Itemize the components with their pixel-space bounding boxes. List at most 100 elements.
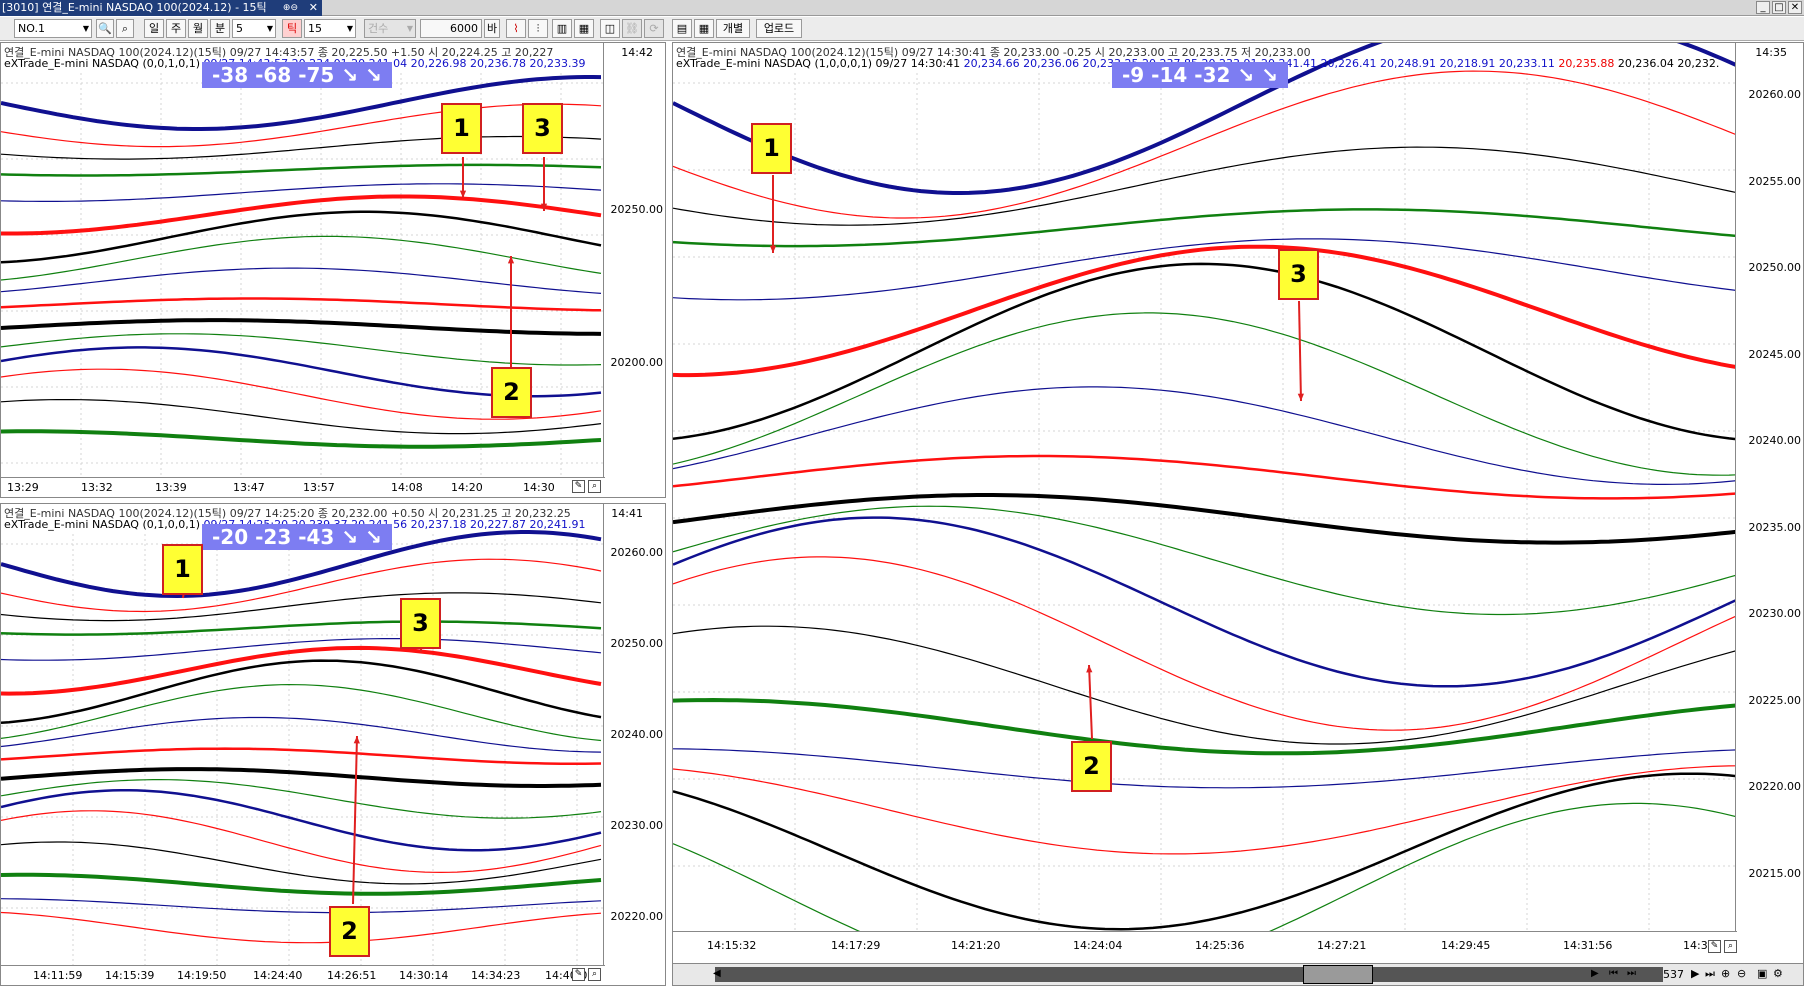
scroll-thumb[interactable] [1303,965,1373,984]
chart-pane-bottom-left[interactable]: 연결_E-mini NASDAQ 100(2024.12)(15틱) 09/27… [0,503,666,986]
band-line [673,146,1737,226]
settings-icon[interactable]: ⚙ [1773,967,1783,980]
search-reset-icon[interactable]: ⌕ [116,19,134,38]
fit-icon[interactable]: ▣ [1757,967,1767,980]
candle-icon[interactable]: ▦ [574,19,594,38]
period-day-button[interactable]: 일 [144,19,164,38]
tab-close-icon[interactable]: ✕ [309,0,318,16]
x-tick-label: 14:26:51 [327,969,377,982]
tick-select[interactable]: 15 ▼ [304,19,356,38]
x-tick-label: 14:24:40 [253,969,303,982]
close-button[interactable]: ✕ [1788,1,1802,14]
prev-icon[interactable]: ⏮ [1609,968,1618,979]
search-icon[interactable]: 🔍 [96,19,114,38]
table-icon[interactable]: ▦ [694,19,714,38]
signal-badge: -9 -14 -32 ↘ ↘ [1112,62,1288,88]
band-line [673,505,1737,616]
x-tick-label: 14:19:50 [177,969,227,982]
indicator-icon[interactable]: ⫶ [528,19,548,38]
band-line [673,262,1737,441]
step-icon[interactable]: ⏭ [1705,967,1715,981]
chart-pane-top-left[interactable]: 연결_E-mini NASDAQ 100(2024.12)(15틱) 09/27… [0,42,666,498]
minute-select[interactable]: 5 ▼ [232,19,276,38]
callout-1: 1 [441,103,482,154]
band-line [1,898,602,914]
period-minute-button[interactable]: 분 [210,19,230,38]
x-tick-label: 14:15:32 [707,939,757,952]
band-line [1,592,602,622]
x-tick-label: 14:41 [611,507,643,520]
maximize-button[interactable]: □ [1772,1,1786,14]
x-tick-label: 14:35 [1755,46,1787,59]
count-label: 건수 [368,22,389,35]
edit-icon[interactable]: ✎ [572,480,585,493]
band-line [1,872,602,896]
callout-1: 1 [751,123,792,174]
symbol-select[interactable]: NO.1 ▼ [14,19,92,38]
period-week-button[interactable]: 주 [166,19,186,38]
band-line [1,747,602,765]
x-tick-label: 14:31:56 [1563,939,1613,952]
period-month-button[interactable]: 월 [188,19,208,38]
upload-button[interactable]: 업로드 [756,19,802,38]
study-name: eXTrade_E-mini NASDAQ (0,1,0,0,1) [4,518,201,531]
zoom-in-icon[interactable]: ⊕ [1721,967,1730,980]
chevron-down-icon: ▼ [346,24,353,33]
x-tick-label: 14:42 [621,46,653,59]
arrowhead [1086,665,1093,673]
zoom-icon[interactable]: ⌕ [588,968,601,981]
chart-pane-right[interactable]: 연결_E-mini NASDAQ 100(2024.12)(15틱) 09/27… [672,42,1804,986]
title-bar: [3010] 연결_E-mini NASDAQ 100(2024.12) - 1… [0,0,1804,16]
band-line [1,103,602,148]
x-tick-label: 13:47 [233,481,265,494]
x-axis: 14:11:59 14:15:39 14:19:50 14:24:40 14:2… [1,965,605,985]
band-line [673,70,1737,219]
band-line [1,716,602,753]
band-line [673,802,1737,933]
band-line [1,429,602,449]
callout-2: 2 [1071,741,1112,792]
edit-icon[interactable]: ✎ [1708,940,1721,953]
band-line [1,659,602,725]
callout-3: 3 [522,103,563,154]
sync-icon[interactable]: ⟳ [644,19,664,38]
window-title: [3010] 연결_E-mini NASDAQ 100(2024.12) - 1… [2,1,267,14]
chevron-down-icon: ▼ [406,24,413,33]
zoom-icon[interactable]: ⌕ [588,480,601,493]
chart-lines-bottom-left [1,530,605,967]
callout-2: 2 [329,906,370,957]
play-icon[interactable]: ▶ [1691,967,1699,980]
x-tick-label: 14:27:21 [1317,939,1367,952]
count-input[interactable]: 6000 [420,19,482,38]
scroll-left-icon[interactable]: ◀ [713,968,721,979]
band-line [673,454,1737,500]
split-icon[interactable]: ◫ [600,19,620,38]
x-tick-label: 14:08 [391,481,423,494]
zoom-out-icon[interactable]: ⊖ [1737,967,1746,980]
x-tick-label: 14:24:04 [1073,939,1123,952]
individual-button[interactable]: 개별 [716,19,750,38]
link-icon[interactable]: ⛓ [622,19,642,38]
history-scrollbar[interactable]: ◀ ▶ ⏮ ⏭ 537 ▶ ⏭ ⊕ ⊖ ▣ ⚙ [673,963,1803,985]
count-select[interactable]: 건수 ▼ [364,19,416,38]
tick-value: 15 [308,22,322,35]
callout-1: 1 [162,544,203,595]
next-icon[interactable]: ⏭ [1627,968,1636,979]
pin-icon[interactable]: ⊕⊖ [283,0,298,16]
zoom-icon[interactable]: ⌕ [1724,940,1737,953]
bar-chart-icon[interactable]: ▥ [552,19,572,38]
layout-icon[interactable]: ▤ [672,19,692,38]
window-tab[interactable]: [3010] 연결_E-mini NASDAQ 100(2024.12) - 1… [0,0,322,16]
edit-icon[interactable]: ✎ [572,968,585,981]
period-tick-button[interactable]: 틱 [282,19,302,38]
band-line [1,911,602,944]
line-chart-icon[interactable]: ⌇ [506,19,526,38]
x-tick-label: 14:11:59 [33,969,83,982]
band-line [673,386,1737,485]
scroll-right-icon[interactable]: ▶ [1591,968,1599,979]
minimize-button[interactable]: _ [1756,1,1770,14]
x-tick-label: 13:29 [7,481,39,494]
band-line [1,645,602,696]
callout-2: 2 [491,367,532,418]
study-value-red: 20,235.88 [1558,57,1615,70]
